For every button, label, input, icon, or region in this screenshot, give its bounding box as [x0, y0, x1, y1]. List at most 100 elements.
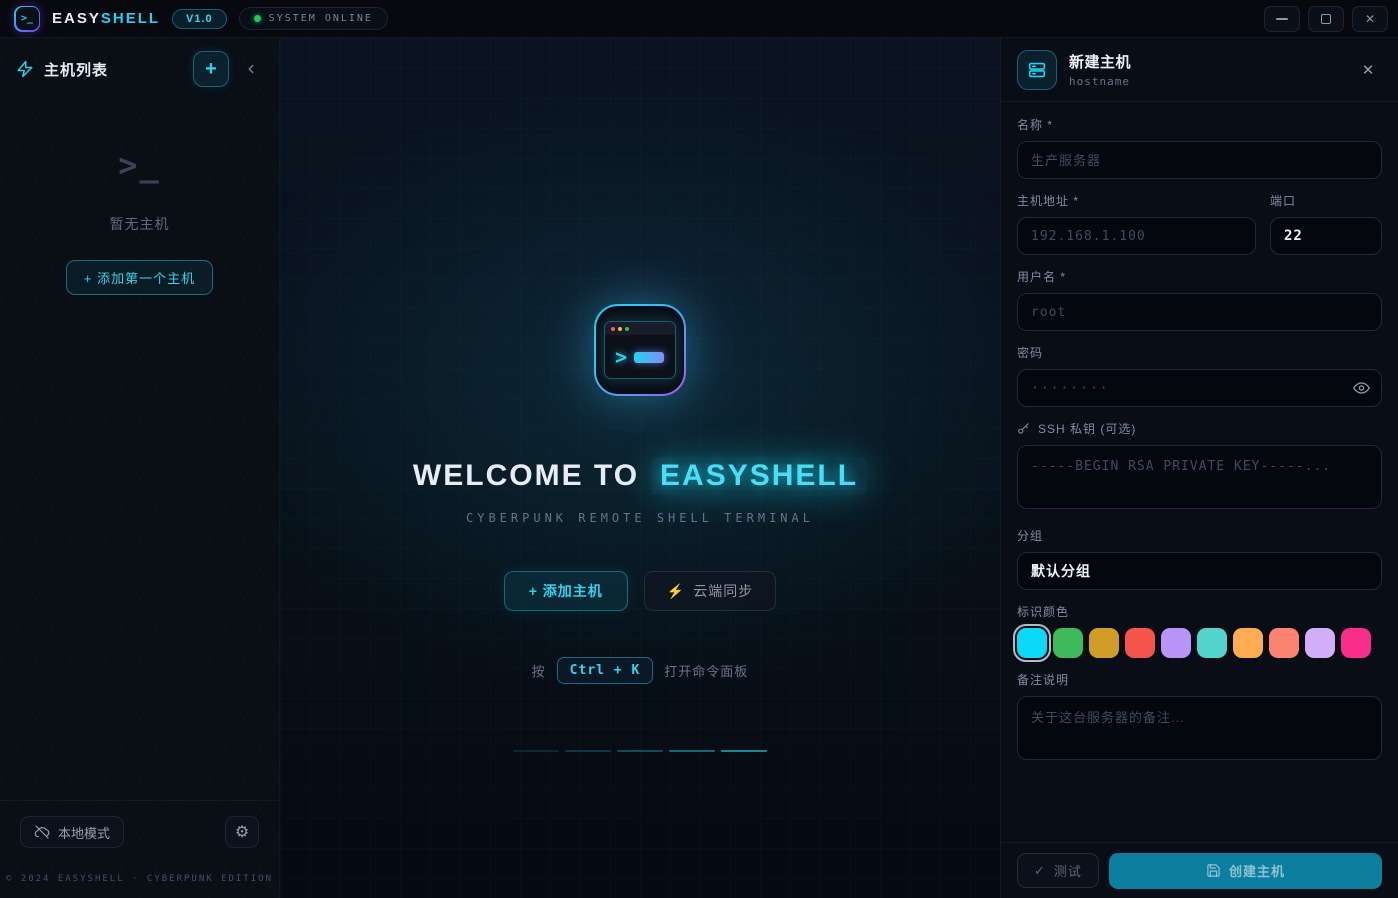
new-host-form: 名称 * 主机地址 * 端口 用户名 *	[1001, 102, 1398, 842]
ssh-key-label: SSH 私钥 (可选)	[1017, 420, 1382, 437]
create-host-button[interactable]: 创建主机	[1109, 853, 1382, 889]
welcome-area: > WELCOME TO EASYSHELL CYBERPUNK REMOTE …	[280, 38, 1000, 898]
cta-row: + 添加主机 ⚡ 云端同步	[504, 571, 777, 611]
prompt-icon: >_	[118, 146, 161, 184]
yellow-dot-icon	[618, 327, 622, 331]
name-input[interactable]	[1017, 141, 1382, 179]
version-badge: V1.0	[172, 9, 227, 29]
green-dot-icon	[625, 327, 629, 331]
gear-icon: ⚙	[235, 822, 249, 842]
app-hero-logo: >	[594, 304, 686, 396]
port-field-group: 端口	[1270, 192, 1382, 255]
lightning-icon	[16, 60, 34, 78]
group-input[interactable]	[1017, 552, 1382, 590]
hint-suffix: 打开命令面板	[664, 661, 748, 680]
color-swatch[interactable]	[1125, 628, 1155, 658]
terminal-body: >	[605, 335, 675, 367]
minimize-button[interactable]	[1264, 6, 1300, 32]
app-title-secondary: SHELL	[101, 10, 160, 27]
color-swatch[interactable]	[1341, 628, 1371, 658]
command-palette-hint: 按 Ctrl + K 打开命令面板	[532, 657, 749, 684]
terminal-window-icon: >	[604, 321, 676, 379]
host-port-row: 主机地址 * 端口	[1017, 192, 1382, 268]
status-badge: SYSTEM ONLINE	[239, 7, 388, 30]
panel-subtitle: hostname	[1069, 75, 1342, 88]
titlebar: >_ EASYSHELL V1.0 SYSTEM ONLINE ✕	[0, 0, 1398, 38]
welcome-subtitle: CYBERPUNK REMOTE SHELL TERMINAL	[466, 511, 814, 525]
password-wrap	[1017, 369, 1382, 407]
cloud-sync-label: 云端同步	[693, 581, 753, 601]
color-swatch[interactable]	[1233, 628, 1263, 658]
panel-titles: 新建主机 hostname	[1069, 51, 1342, 88]
ssh-key-textarea[interactable]	[1017, 445, 1382, 509]
window-controls: ✕	[1264, 6, 1388, 32]
local-mode-button[interactable]: 本地模式	[20, 816, 124, 848]
save-icon	[1206, 863, 1221, 878]
terminal-icon: >_	[16, 7, 39, 30]
empty-state-text: 暂无主机	[110, 214, 170, 234]
dash	[669, 750, 715, 752]
add-first-host-button[interactable]: + 添加第一个主机	[66, 260, 213, 295]
app-title: EASYSHELL	[52, 10, 160, 27]
dash	[513, 750, 559, 752]
notes-textarea[interactable]	[1017, 696, 1382, 760]
port-label: 端口	[1270, 192, 1382, 209]
color-swatch[interactable]	[1305, 628, 1335, 658]
close-window-button[interactable]: ✕	[1352, 6, 1388, 32]
host-input[interactable]	[1017, 217, 1256, 255]
color-swatch[interactable]	[1197, 628, 1227, 658]
maximize-button[interactable]	[1308, 6, 1344, 32]
app-logo-icon: >_	[14, 6, 40, 32]
welcome-title: WELCOME TO EASYSHELL	[413, 458, 867, 494]
color-swatches	[1017, 628, 1382, 658]
color-swatch[interactable]	[1161, 628, 1191, 658]
titlebar-left: >_ EASYSHELL V1.0 SYSTEM ONLINE	[14, 6, 388, 32]
cloud-sync-button[interactable]: ⚡ 云端同步	[644, 571, 776, 611]
check-icon: ✓	[1034, 863, 1046, 879]
chevron-left-icon	[244, 62, 258, 76]
red-dot-icon	[611, 327, 615, 331]
color-swatch[interactable]	[1269, 628, 1299, 658]
panel-header: 新建主机 hostname ✕	[1001, 38, 1398, 102]
terminal-titlebar	[605, 322, 675, 335]
color-field-group: 标识颜色	[1017, 603, 1382, 658]
sidebar: 主机列表 + >_ 暂无主机 + 添加第一个主机 本地模式 ⚙	[0, 38, 280, 898]
ssh-key-field-group: SSH 私钥 (可选)	[1017, 420, 1382, 514]
eye-icon	[1353, 380, 1370, 397]
host-label: 主机地址 *	[1017, 192, 1256, 209]
cursor-pill-icon	[634, 352, 664, 363]
prompt-chevron-icon: >	[615, 347, 627, 367]
color-swatch[interactable]	[1017, 628, 1047, 658]
plus-icon: +	[205, 58, 217, 81]
ssh-key-label-text: SSH 私钥 (可选)	[1038, 420, 1136, 437]
collapse-sidebar-button[interactable]	[239, 51, 263, 87]
color-swatch[interactable]	[1089, 628, 1119, 658]
ctrl-k-kbd: Ctrl + K	[557, 657, 654, 684]
cloud-off-icon	[34, 824, 50, 840]
port-input[interactable]	[1270, 217, 1382, 255]
sidebar-header: 主机列表 +	[0, 38, 279, 100]
add-host-button[interactable]: + 添加主机	[504, 571, 628, 611]
group-label: 分组	[1017, 527, 1382, 544]
password-input[interactable]	[1017, 369, 1382, 407]
decor-dashes	[513, 750, 767, 752]
test-connection-button[interactable]: ✓ 测试	[1017, 853, 1099, 888]
bolt-icon: ⚡	[667, 583, 685, 600]
username-input[interactable]	[1017, 293, 1382, 331]
name-label: 名称 *	[1017, 116, 1382, 133]
new-host-panel: 新建主机 hostname ✕ 名称 * 主机地址 * 端口	[1000, 38, 1398, 898]
host-field-group: 主机地址 *	[1017, 192, 1256, 255]
copyright-text: © 2024 EASYSHELL · CYBERPUNK EDITION	[0, 858, 279, 898]
color-swatch[interactable]	[1053, 628, 1083, 658]
username-label: 用户名 *	[1017, 268, 1382, 285]
settings-button[interactable]: ⚙	[225, 816, 259, 848]
add-host-icon-button[interactable]: +	[193, 51, 229, 87]
dash	[721, 750, 767, 752]
toggle-password-visibility-button[interactable]	[1353, 380, 1370, 397]
local-mode-label: 本地模式	[58, 823, 110, 842]
app-title-primary: EASY	[52, 10, 101, 27]
server-icon	[1026, 59, 1048, 81]
notes-label: 备注说明	[1017, 671, 1382, 688]
close-panel-button[interactable]: ✕	[1354, 56, 1382, 84]
welcome-title-prefix: WELCOME TO	[413, 459, 639, 493]
